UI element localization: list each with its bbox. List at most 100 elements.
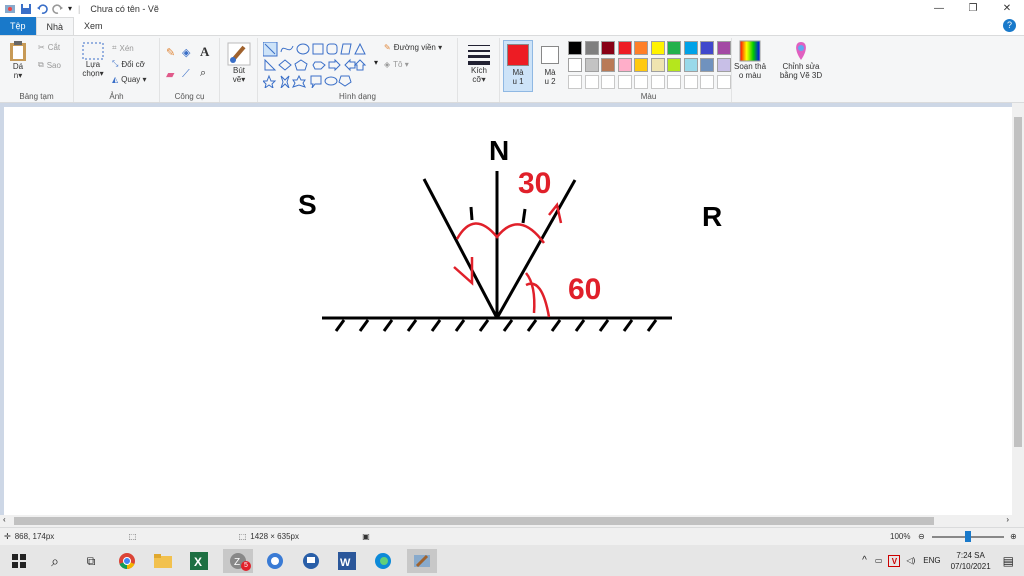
excel-icon[interactable]: X [187, 549, 211, 573]
zoom-in-icon[interactable]: ⊕ [1010, 532, 1017, 541]
horizontal-scroll-thumb[interactable] [14, 517, 934, 525]
tab-file[interactable]: Tệp [0, 17, 36, 35]
scroll-left-icon[interactable]: ‹ [3, 515, 6, 524]
tab-home[interactable]: Nhà [35, 17, 75, 35]
vpn-app-icon[interactable] [263, 549, 287, 573]
size-button[interactable]: Kích cỡ▾ [465, 42, 493, 84]
zalo-icon[interactable]: Z 5 [223, 549, 253, 573]
cursor-position: 868, 174px [14, 532, 55, 541]
color-picker-icon[interactable]: ⟋ [182, 68, 190, 81]
resize-button[interactable]: ⤡ Đổi cỡ [112, 59, 145, 69]
custom-color-slot[interactable] [667, 75, 681, 89]
clock[interactable]: 7:24 SA 07/10/2021 [951, 550, 991, 572]
palette-swatch[interactable] [634, 58, 648, 72]
help-icon[interactable]: ? [1003, 19, 1016, 32]
custom-color-slot[interactable] [584, 75, 599, 89]
custom-color-slot[interactable] [568, 75, 582, 89]
outline-button[interactable]: ✎ Đường viền ▾ [384, 43, 442, 52]
pencil-icon[interactable]: ✎ [166, 46, 175, 59]
palette-swatch[interactable] [617, 41, 632, 55]
palette-swatch[interactable] [584, 58, 599, 72]
windows-start-icon[interactable] [7, 549, 31, 573]
vertical-scrollbar[interactable] [1012, 103, 1024, 527]
fill-button[interactable]: ◈ Tô ▾ [384, 60, 409, 69]
brushes-button[interactable]: Bút vẽ▾ [225, 42, 253, 84]
custom-color-slot[interactable] [700, 75, 714, 89]
file-explorer-icon[interactable] [151, 549, 175, 573]
custom-color-slot[interactable] [650, 75, 665, 89]
palette-swatch[interactable] [601, 41, 615, 55]
image-group-label: Ảnh [109, 92, 124, 101]
notifications-icon[interactable]: ▤ [1003, 554, 1014, 568]
color2-button[interactable]: Mà u 2 [536, 40, 564, 92]
shapes-scroll-icon[interactable]: ▾ [374, 58, 378, 67]
magnifier-icon[interactable]: ⌕ [200, 67, 206, 80]
palette-swatch[interactable] [700, 41, 714, 55]
palette-swatch[interactable] [650, 58, 665, 72]
crop-button[interactable]: ⌗ Xén [112, 43, 134, 53]
paint3d-button[interactable]: Chỉnh sửa bằng Vẽ 3D [775, 40, 827, 80]
paste-button[interactable]: Dá n▾ [6, 40, 30, 80]
redo-icon[interactable] [52, 3, 64, 15]
remote-desktop-icon[interactable] [299, 549, 323, 573]
vertical-scroll-thumb[interactable] [1014, 117, 1022, 447]
palette-swatch[interactable] [667, 41, 681, 55]
label-r: R [702, 201, 722, 232]
search-icon[interactable]: ⌕ [43, 549, 67, 573]
custom-color-slot[interactable] [634, 75, 648, 89]
paint-taskbar-icon[interactable] [407, 549, 437, 573]
rotate-button[interactable]: ◭ Quay ▾ [112, 75, 147, 84]
close-button[interactable]: ✕ [990, 0, 1024, 17]
volume-icon[interactable]: ◁) [906, 556, 915, 565]
color2-swatch [541, 46, 559, 64]
maximize-button[interactable]: ❐ [956, 0, 990, 17]
cut-label: Cắt [47, 43, 61, 52]
zoom-out-icon[interactable]: ⊖ [918, 532, 925, 541]
select-button[interactable]: Lựa chọn▾ [79, 42, 107, 78]
drawing-canvas[interactable]: S N R 30 60 [4, 107, 1012, 515]
canvas-size: 1428 × 635px [250, 532, 299, 541]
custom-color-slot[interactable] [601, 75, 615, 89]
save-icon[interactable] [20, 3, 32, 15]
palette-swatch[interactable] [568, 41, 582, 55]
palette-swatch[interactable] [568, 58, 582, 72]
palette-swatch[interactable] [584, 41, 599, 55]
palette-swatch[interactable] [667, 58, 681, 72]
palette-swatch[interactable] [617, 58, 632, 72]
quick-access-dropdown-icon[interactable]: ▾ [68, 4, 72, 13]
shapes-gallery[interactable] [263, 42, 375, 88]
palette-swatch[interactable] [650, 41, 665, 55]
text-tool-icon[interactable]: A [200, 44, 209, 60]
network-icon[interactable]: ▭ [875, 556, 883, 565]
scroll-right-icon[interactable]: › [1006, 515, 1009, 524]
eraser-icon[interactable]: ▰ [166, 68, 174, 81]
copy-button[interactable]: ⧉ Sao [38, 60, 61, 70]
palette-swatch[interactable] [601, 58, 615, 72]
word-icon[interactable]: W [335, 549, 359, 573]
undo-icon[interactable] [36, 3, 48, 15]
horizontal-scrollbar[interactable]: ‹ › [0, 515, 1012, 527]
custom-color-slot[interactable] [716, 75, 731, 89]
tab-view[interactable]: Xem [74, 17, 113, 35]
color1-button[interactable]: Mà u 1 [503, 40, 533, 92]
cut-button[interactable]: ✂ Cắt [38, 43, 60, 52]
edit-colors-button[interactable]: Soạn thả o màu [732, 40, 768, 80]
palette-swatch[interactable] [683, 58, 698, 72]
custom-color-slot[interactable] [617, 75, 632, 89]
language-indicator[interactable]: ENG [923, 556, 940, 565]
palette-swatch[interactable] [716, 41, 731, 55]
zoom-slider-thumb[interactable] [965, 531, 971, 542]
task-view-icon[interactable]: ⧉ [79, 549, 103, 573]
custom-color-slot[interactable] [683, 75, 698, 89]
hatch-mark [574, 319, 586, 332]
antivirus-icon[interactable]: V [888, 554, 901, 567]
minimize-button[interactable]: — [922, 0, 956, 17]
palette-swatch[interactable] [700, 58, 714, 72]
chrome-icon[interactable] [115, 549, 139, 573]
fill-bucket-icon[interactable]: ◈ [182, 46, 190, 59]
edge-icon[interactable] [371, 549, 395, 573]
tray-expand-icon[interactable]: ^ [862, 555, 867, 566]
palette-swatch[interactable] [683, 41, 698, 55]
palette-swatch[interactable] [634, 41, 648, 55]
palette-swatch[interactable] [716, 58, 731, 72]
